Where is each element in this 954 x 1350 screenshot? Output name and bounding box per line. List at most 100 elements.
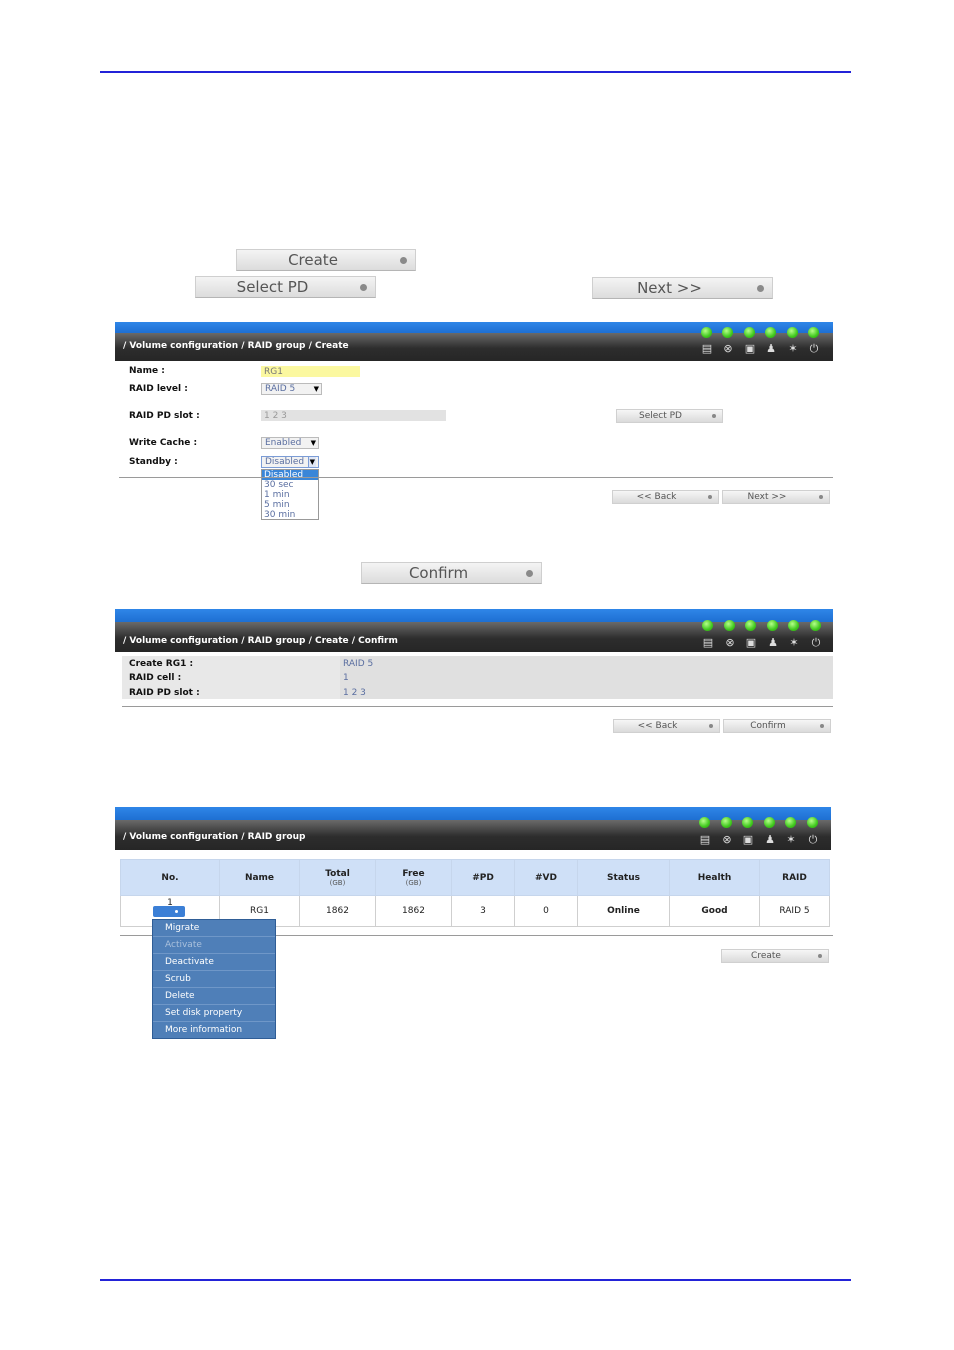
menu-item-deactivate[interactable]: Deactivate xyxy=(153,954,275,971)
write-cache-select[interactable]: Enabled ▼ xyxy=(261,437,319,449)
menu-item-set-disk-property[interactable]: Set disk property xyxy=(153,1005,275,1022)
button-dot-icon xyxy=(819,495,823,499)
breadcrumb: / Volume configuration / RAID group / Cr… xyxy=(123,636,398,646)
fan-person-icon[interactable]: ♟ xyxy=(763,833,777,847)
confirm-values-column xyxy=(340,656,833,699)
column-header-no[interactable]: No. xyxy=(120,859,220,896)
standby-option[interactable]: 30 min xyxy=(262,510,318,520)
row-menu-trigger[interactable] xyxy=(153,906,185,917)
standby-option[interactable]: Disabled xyxy=(262,470,318,480)
status-led xyxy=(702,620,713,631)
chevron-down-icon: ▼ xyxy=(313,385,319,393)
confirm-small-label: Confirm xyxy=(750,721,786,731)
column-header-total[interactable]: Total (GB) xyxy=(299,859,376,896)
standby-select[interactable]: Disabled ▼ xyxy=(261,456,319,468)
next-button[interactable]: Next >> xyxy=(592,277,773,299)
name-input[interactable]: RG1 xyxy=(261,366,360,377)
fan-person-icon[interactable]: ♟ xyxy=(766,636,780,650)
menu-item-migrate[interactable]: Migrate xyxy=(153,920,275,937)
status-led xyxy=(787,327,798,338)
row-context-menu: Migrate Activate Deactivate Scrub Delete… xyxy=(152,919,276,1039)
status-led xyxy=(767,620,778,631)
disk-icon[interactable]: ▤ xyxy=(701,636,715,650)
status-led xyxy=(807,817,818,828)
raid-level-select[interactable]: RAID 5 ▼ xyxy=(261,383,322,395)
fan-icon[interactable]: ✶ xyxy=(786,342,800,356)
button-dot-icon xyxy=(526,570,533,577)
summary-label: Create RG1 : xyxy=(129,659,194,669)
column-header-free[interactable]: Free (GB) xyxy=(375,859,452,896)
cell-status: Online xyxy=(577,895,670,927)
column-header-total-label: Total xyxy=(325,868,350,879)
column-header-total-unit: (GB) xyxy=(329,878,346,887)
power-icon[interactable]: ⏻ xyxy=(806,833,820,847)
column-header-name[interactable]: Name xyxy=(219,859,300,896)
status-led xyxy=(742,817,753,828)
battery-icon[interactable]: ▣ xyxy=(743,342,757,356)
next-small-button[interactable]: Next >> xyxy=(722,490,830,504)
power-icon[interactable]: ⏻ xyxy=(809,636,823,650)
menu-item-scrub[interactable]: Scrub xyxy=(153,971,275,988)
status-led xyxy=(721,817,732,828)
confirm-small-button[interactable]: Confirm xyxy=(723,719,831,733)
create-button[interactable]: Create xyxy=(236,249,416,271)
select-pd-button-label: Select PD xyxy=(236,278,309,296)
disk-icon[interactable]: ▤ xyxy=(698,833,712,847)
status-led xyxy=(744,327,755,338)
divider xyxy=(119,477,833,478)
cell-free: 1862 xyxy=(375,895,452,927)
pd-slot-label: RAID PD slot : xyxy=(129,411,200,421)
button-dot-icon xyxy=(712,414,716,418)
fan-icon[interactable]: ✶ xyxy=(784,833,798,847)
back-button-label: << Back xyxy=(636,492,677,502)
create-button-label: Create xyxy=(288,251,338,269)
back-button-label: << Back xyxy=(637,721,678,731)
column-header-vd[interactable]: #VD xyxy=(514,859,578,896)
confirm-button[interactable]: Confirm xyxy=(361,562,542,584)
column-header-raid[interactable]: RAID xyxy=(759,859,830,896)
column-header-status[interactable]: Status xyxy=(577,859,670,896)
breadcrumb: / Volume configuration / RAID group / Cr… xyxy=(123,341,349,351)
disk-icon[interactable]: ▤ xyxy=(700,342,714,356)
column-header-health[interactable]: Health xyxy=(669,859,760,896)
panel-header-raid-group: / Volume configuration / RAID group ▤ ⊗ … xyxy=(115,807,831,850)
button-dot-icon xyxy=(820,724,824,728)
standby-option[interactable]: 30 sec xyxy=(262,480,318,490)
panel-header-confirm: / Volume configuration / RAID group / Cr… xyxy=(115,609,833,652)
select-pd-small-button[interactable]: Select PD xyxy=(616,409,723,423)
power-icon[interactable]: ⏻ xyxy=(807,342,821,356)
select-pd-button[interactable]: Select PD xyxy=(195,276,376,298)
standby-option[interactable]: 5 min xyxy=(262,500,318,510)
button-dot-icon xyxy=(757,285,764,292)
breadcrumb: / Volume configuration / RAID group xyxy=(123,832,306,842)
thermometer-icon[interactable]: ⊗ xyxy=(721,342,735,356)
next-small-label: Next >> xyxy=(747,492,787,502)
status-led xyxy=(788,620,799,631)
status-led xyxy=(722,327,733,338)
create-small-button[interactable]: Create xyxy=(721,949,829,963)
thermometer-icon[interactable]: ⊗ xyxy=(720,833,734,847)
battery-icon[interactable]: ▣ xyxy=(744,636,758,650)
standby-option[interactable]: 1 min xyxy=(262,490,318,500)
back-button[interactable]: << Back xyxy=(613,719,720,733)
battery-icon[interactable]: ▣ xyxy=(741,833,755,847)
raid-group-table: No. Name Total (GB) Free (GB) #PD #VD Stat… xyxy=(120,859,830,927)
summary-value: 1 xyxy=(343,673,349,683)
status-led xyxy=(765,327,776,338)
next-button-label: Next >> xyxy=(637,279,702,297)
raid-level-label: RAID level : xyxy=(129,384,188,394)
column-header-pd[interactable]: #PD xyxy=(451,859,515,896)
back-button[interactable]: << Back xyxy=(612,490,719,504)
cell-total: 1862 xyxy=(299,895,376,927)
confirm-button-label: Confirm xyxy=(408,564,469,582)
menu-item-delete[interactable]: Delete xyxy=(153,988,275,1005)
status-led xyxy=(810,620,821,631)
status-led xyxy=(785,817,796,828)
thermometer-icon[interactable]: ⊗ xyxy=(723,636,737,650)
cell-pd: 3 xyxy=(451,895,515,927)
column-header-free-unit: (GB) xyxy=(405,878,422,887)
fan-person-icon[interactable]: ♟ xyxy=(764,342,778,356)
fan-icon[interactable]: ✶ xyxy=(787,636,801,650)
menu-item-more-information[interactable]: More information xyxy=(153,1022,275,1038)
button-dot-icon xyxy=(400,257,407,264)
